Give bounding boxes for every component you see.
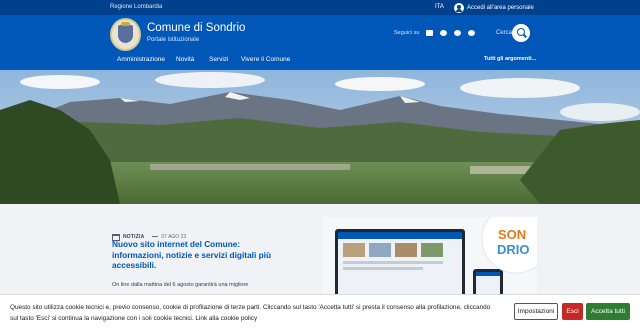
login-button[interactable]: Accedi all'area personale <box>454 2 534 13</box>
login-label: Accedi all'area personale <box>467 4 534 11</box>
news-excerpt: On line dalla mattina del 6 agosto garan… <box>112 282 249 288</box>
cookie-settings-button[interactable]: Impostazioni <box>514 303 558 320</box>
svg-text:DRIO: DRIO <box>497 242 530 257</box>
badge-text: SON <box>498 227 526 242</box>
youtube-icon[interactable] <box>426 30 434 36</box>
main-navigation: Amministrazione Novità Servizi Vivere il… <box>0 55 640 70</box>
date-dash <box>152 236 159 238</box>
mountain-landscape-image <box>0 70 640 204</box>
follow-label: Seguici su <box>394 30 420 36</box>
news-title[interactable]: Nuovo sito internet del Comune: informaz… <box>112 239 282 271</box>
center-header: Comune di Sondrio Portale istituzionale … <box>0 15 640 55</box>
municipality-logo[interactable] <box>110 18 141 51</box>
highlight-section: NOTIZIA 07 AGO 23 Nuovo sito internet de… <box>0 204 640 297</box>
nav-item-vivere[interactable]: Vivere il Comune <box>241 56 290 63</box>
slim-header: Regione Lombardia ITA Accedi all'area pe… <box>0 0 640 15</box>
site-subtitle: Portale istituzionale <box>147 37 200 43</box>
search-label: Cerca <box>496 30 513 36</box>
cookie-accept-button[interactable]: Accetta tutti <box>586 303 630 320</box>
region-link[interactable]: Regione Lombardia <box>110 4 162 10</box>
search-button[interactable] <box>512 24 530 42</box>
news-image[interactable]: SON DRIO <box>323 217 537 297</box>
cloud-icon[interactable] <box>454 30 462 36</box>
language-selector[interactable]: ITA <box>435 4 444 10</box>
cookie-exit-button[interactable]: Esci <box>562 303 583 320</box>
cookie-text: Questo sito utilizza cookie tecnici e, p… <box>10 304 491 322</box>
all-topics-link[interactable]: Tutti gli argomenti... <box>484 56 536 62</box>
site-title[interactable]: Comune di Sondrio <box>147 22 245 34</box>
website-mockup-image: SON DRIO <box>323 217 537 297</box>
nav-item-servizi[interactable]: Servizi <box>209 56 229 63</box>
hero-image <box>0 70 640 204</box>
flickr-icon[interactable] <box>440 30 448 36</box>
nav-item-novita[interactable]: Novità <box>176 56 194 63</box>
user-icon <box>454 2 464 13</box>
cookie-banner: Questo sito utilizza cookie tecnici e, p… <box>0 294 640 331</box>
social-links: Seguici su <box>394 30 482 36</box>
nav-item-amministrazione[interactable]: Amministrazione <box>117 56 165 63</box>
apple-icon[interactable] <box>468 30 476 36</box>
